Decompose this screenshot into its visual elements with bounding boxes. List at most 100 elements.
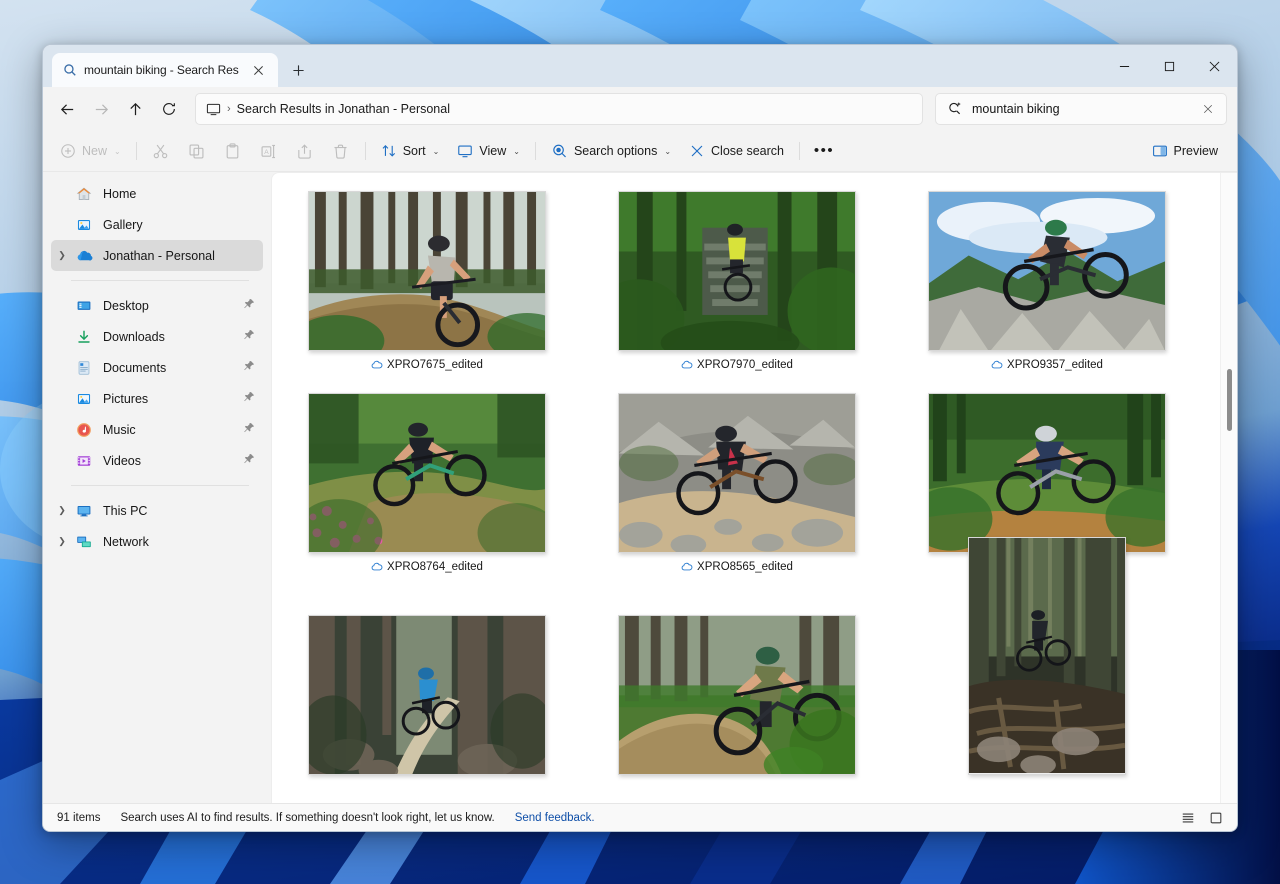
file-item[interactable] xyxy=(272,585,582,775)
sidebar-item-gallery[interactable]: Gallery xyxy=(51,209,263,240)
sidebar-item-label: Home xyxy=(103,187,136,201)
sidebar-item-desktop[interactable]: Desktop xyxy=(51,290,263,321)
ai-search-icon xyxy=(947,101,963,117)
sort-button[interactable]: Sort ⌄ xyxy=(372,136,449,166)
thumbnail-view-button[interactable] xyxy=(1203,807,1229,829)
breadcrumb[interactable]: › Search Results in Jonathan - Personal xyxy=(195,93,923,125)
file-thumbnail[interactable] xyxy=(618,191,856,351)
pin-icon[interactable] xyxy=(243,390,255,408)
photo-rider-green-tunnel xyxy=(619,192,855,351)
more-options-button[interactable]: ••• xyxy=(806,136,842,166)
file-item[interactable] xyxy=(582,585,892,775)
file-list-pane[interactable]: XPRO7675_edited xyxy=(271,172,1237,803)
paste-button[interactable] xyxy=(215,136,251,166)
pin-icon[interactable] xyxy=(243,359,255,377)
search-options-label: Search options xyxy=(574,144,657,158)
chevron-right-icon[interactable]: ❯ xyxy=(51,505,73,516)
photo-rider-wildflowers xyxy=(309,394,545,553)
file-thumbnail[interactable] xyxy=(928,393,1166,553)
chevron-right-icon[interactable]: ❯ xyxy=(51,250,73,261)
file-explorer-window: mountain biking - Search Res xyxy=(42,44,1238,832)
sidebar-item-downloads[interactable]: Downloads xyxy=(51,321,263,352)
sidebar-item-home[interactable]: Home xyxy=(51,178,263,209)
file-item[interactable]: XPRO7970_edited xyxy=(582,181,892,371)
file-thumbnail[interactable] xyxy=(928,191,1166,351)
clear-search-icon[interactable] xyxy=(1198,99,1218,119)
sidebar-item-this-pc[interactable]: ❯ This PC xyxy=(51,495,263,526)
new-button[interactable]: New ⌄ xyxy=(51,136,130,166)
sidebar-item-pictures[interactable]: Pictures xyxy=(51,383,263,414)
sidebar-item-network[interactable]: ❯ Network xyxy=(51,526,263,557)
close-window-button[interactable] xyxy=(1192,45,1237,87)
details-view-button[interactable] xyxy=(1175,807,1201,829)
preview-button[interactable]: Preview xyxy=(1143,136,1227,166)
copy-button[interactable] xyxy=(179,136,215,166)
chevron-right-icon[interactable]: ❯ xyxy=(51,536,73,547)
cut-button[interactable] xyxy=(143,136,179,166)
rename-button[interactable]: A xyxy=(251,136,287,166)
file-thumbnail[interactable] xyxy=(308,393,546,553)
file-thumbnail[interactable] xyxy=(968,537,1126,775)
close-search-button[interactable]: Close search xyxy=(680,136,793,166)
home-icon xyxy=(73,186,95,202)
photo-rider-grass-trail xyxy=(929,394,1165,553)
chevron-down-icon: ⌄ xyxy=(114,147,121,156)
sidebar-item-music[interactable]: Music xyxy=(51,414,263,445)
onedrive-icon xyxy=(73,248,95,264)
maximize-button[interactable] xyxy=(1147,45,1192,87)
sidebar-item-label: Documents xyxy=(103,361,166,375)
search-options-button[interactable]: Search options ⌄ xyxy=(542,136,680,166)
back-button[interactable] xyxy=(51,93,83,125)
sidebar-item-documents[interactable]: Documents xyxy=(51,352,263,383)
file-item[interactable]: XPRO8565_edited xyxy=(582,383,892,573)
sidebar-item-videos[interactable]: Videos xyxy=(51,445,263,476)
search-input[interactable]: mountain biking xyxy=(935,93,1227,125)
new-button-label: New xyxy=(82,144,107,158)
pin-icon[interactable] xyxy=(243,452,255,470)
close-tab-icon[interactable] xyxy=(246,57,272,83)
ai-notice: Search uses AI to find results. If somet… xyxy=(120,812,494,824)
file-caption: XPRO8565_edited xyxy=(681,561,793,573)
network-icon xyxy=(73,534,95,550)
send-feedback-link[interactable]: Send feedback. xyxy=(515,812,595,824)
file-item[interactable] xyxy=(892,585,1202,775)
up-button[interactable] xyxy=(119,93,151,125)
pin-icon[interactable] xyxy=(243,421,255,439)
music-icon xyxy=(73,422,95,438)
view-button[interactable]: View ⌄ xyxy=(448,136,529,166)
pin-icon[interactable] xyxy=(243,328,255,346)
file-item[interactable]: XPRO9357_edited xyxy=(892,181,1202,371)
minimize-button[interactable] xyxy=(1102,45,1147,87)
file-thumbnail[interactable] xyxy=(618,615,856,775)
forward-button[interactable] xyxy=(85,93,117,125)
toolbar-divider-3 xyxy=(535,142,536,160)
scrollbar-thumb[interactable] xyxy=(1227,369,1232,431)
delete-button[interactable] xyxy=(323,136,359,166)
file-item[interactable]: XPRO7675_edited xyxy=(272,181,582,371)
sidebar-item-label: Downloads xyxy=(103,330,165,344)
sidebar-item-label: Videos xyxy=(103,454,141,468)
status-bar: 91 items Search uses AI to find results.… xyxy=(43,803,1237,831)
tab-search-results[interactable]: mountain biking - Search Res xyxy=(52,53,278,87)
share-button[interactable] xyxy=(287,136,323,166)
file-thumbnail[interactable] xyxy=(308,615,546,775)
sidebar-item-jonathan-personal[interactable]: ❯ Jonathan - Personal xyxy=(51,240,263,271)
pin-icon[interactable] xyxy=(243,297,255,315)
file-thumbnail[interactable] xyxy=(308,191,546,351)
refresh-button[interactable] xyxy=(153,93,185,125)
thumbnail-wrap xyxy=(308,383,546,553)
thumbnail-wrap xyxy=(618,383,856,553)
search-icon xyxy=(63,63,77,77)
chevron-down-icon: ⌄ xyxy=(664,147,671,156)
file-thumbnail[interactable] xyxy=(618,393,856,553)
title-bar: mountain biking - Search Res xyxy=(43,45,1237,87)
photo-rider-roots-tall xyxy=(969,538,1125,773)
vertical-scrollbar[interactable] xyxy=(1220,173,1237,803)
cloud-icon xyxy=(991,359,1003,371)
sort-button-label: Sort xyxy=(403,144,426,158)
new-tab-button[interactable] xyxy=(286,57,312,83)
toolbar-divider-4 xyxy=(799,142,800,160)
file-caption: XPRO7675_edited xyxy=(371,359,483,371)
file-item[interactable]: XPRO8764_edited xyxy=(272,383,582,573)
breadcrumb-separator: › xyxy=(227,103,231,115)
